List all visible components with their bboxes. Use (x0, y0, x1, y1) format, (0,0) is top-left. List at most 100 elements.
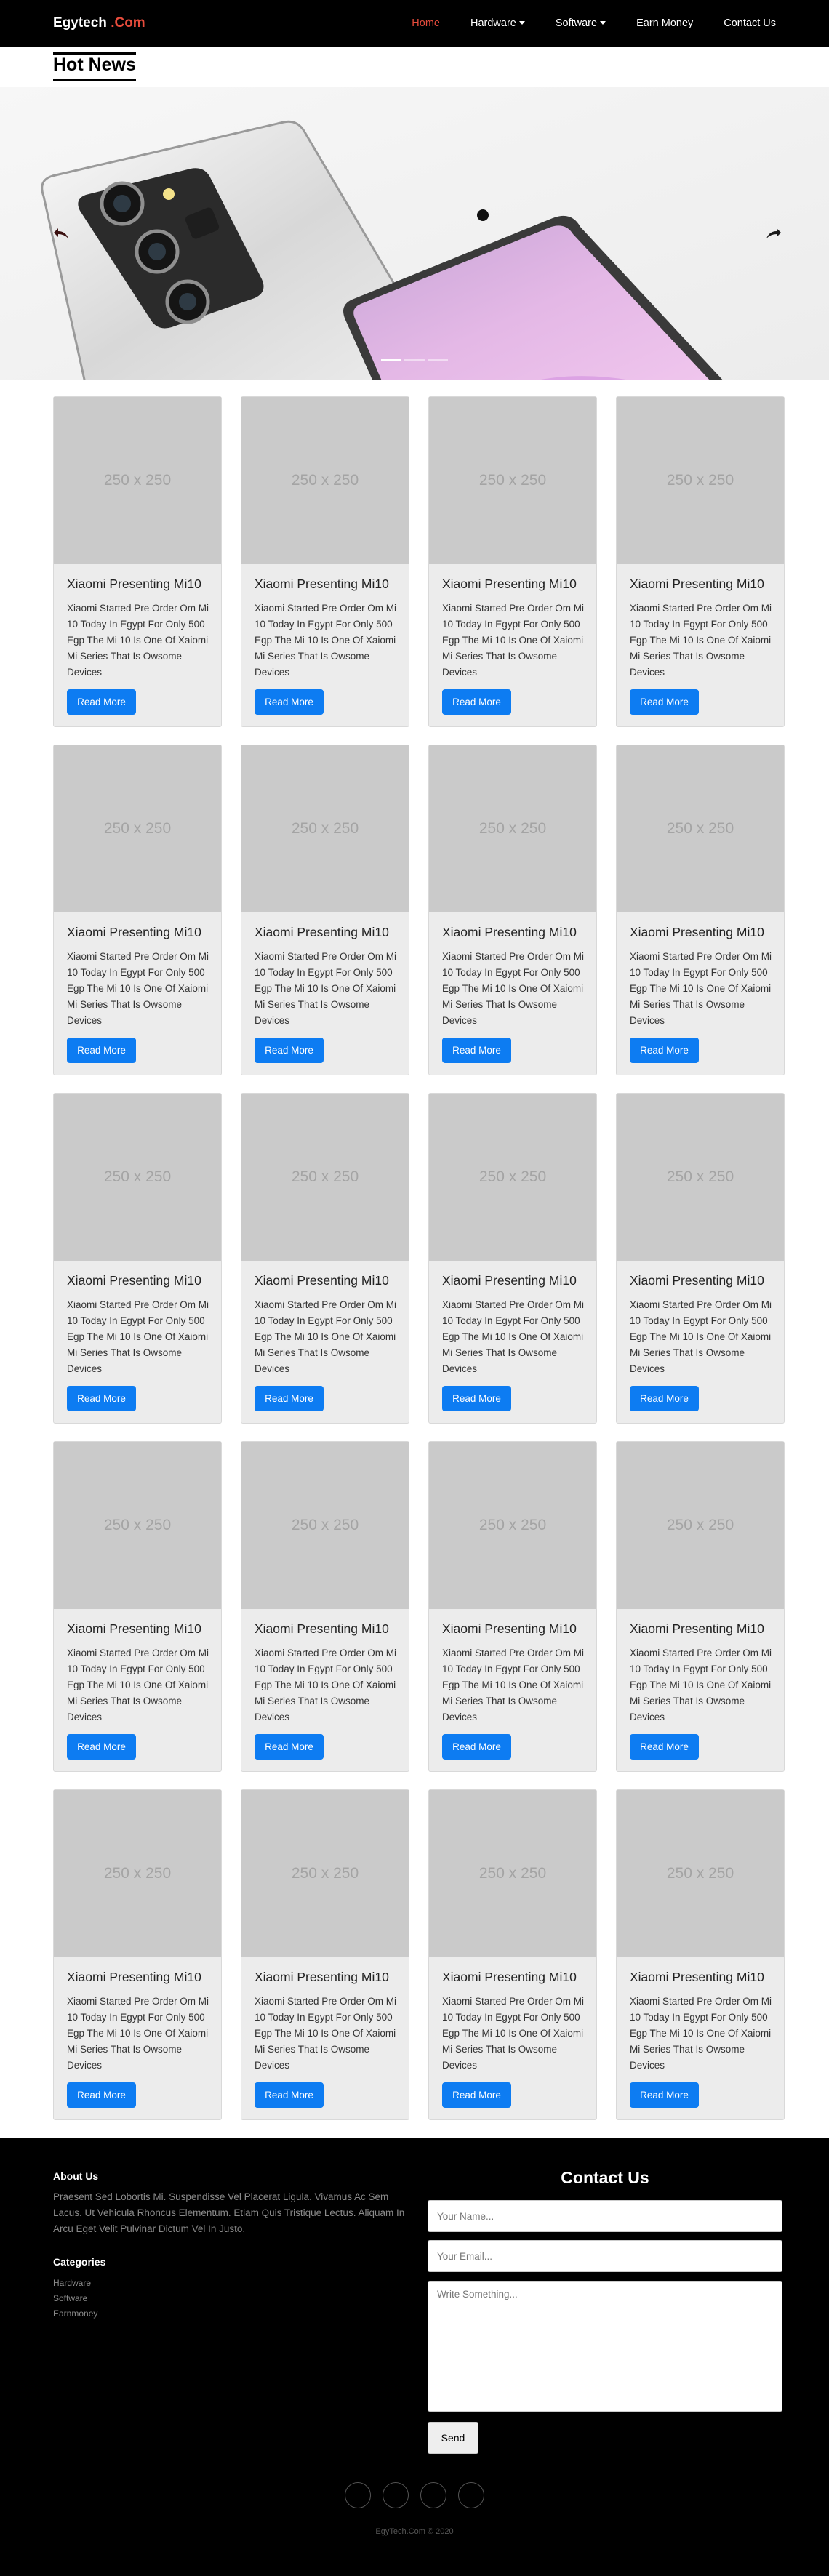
card-image-placeholder: 250 x 250 (617, 1790, 784, 1957)
message-textarea[interactable] (428, 2281, 782, 2412)
read-more-button[interactable]: Read More (255, 1038, 324, 1063)
read-more-button[interactable]: Read More (67, 1038, 136, 1063)
news-card: 250 x 250 Xiaomi Presenting Mi10 Xiaomi St… (616, 745, 785, 1075)
card-title: Xiaomi Presenting Mi10 (255, 1970, 389, 1984)
category-link-hardware[interactable]: Hardware (53, 2276, 97, 2291)
card-text: Xiaomi Started Pre Order Om Mi 10 Today … (255, 1299, 397, 1374)
card-text: Xiaomi Started Pre Order Om Mi 10 Today … (630, 603, 772, 678)
left-arrow-icon (54, 228, 68, 238)
about-text: Praesent Sed Lobortis Mi. Suspendisse Ve… (53, 2191, 405, 2234)
card-image-placeholder: 250 x 250 (617, 1094, 784, 1261)
read-more-button[interactable]: Read More (67, 1734, 136, 1760)
news-card: 250 x 250 Xiaomi Presenting Mi10 Xiaomi St… (428, 1441, 597, 1772)
card-title: Xiaomi Presenting Mi10 (255, 577, 389, 591)
carousel-indicator-3[interactable] (428, 359, 448, 361)
card-title: Xiaomi Presenting Mi10 (630, 1273, 764, 1288)
nav-item-contact-us[interactable]: Contact Us (708, 17, 776, 29)
carousel-indicator-2[interactable] (404, 359, 425, 361)
categories-title: Categories (53, 2256, 106, 2268)
news-card: 250 x 250 Xiaomi Presenting Mi10 Xiaomi St… (241, 1441, 409, 1772)
news-card: 250 x 250 Xiaomi Presenting Mi10 Xiaomi St… (428, 396, 597, 727)
nav-item-software[interactable]: Software (540, 17, 621, 29)
news-card: 250 x 250 Xiaomi Presenting Mi10 Xiaomi St… (241, 1789, 409, 2120)
social-icon-2[interactable] (383, 2482, 409, 2508)
email-input[interactable] (428, 2240, 782, 2272)
social-icon-1[interactable] (345, 2482, 371, 2508)
carousel-prev-button[interactable] (54, 225, 71, 243)
read-more-button[interactable]: Read More (630, 1734, 699, 1760)
nav-label-contact-us: Contact Us (724, 17, 776, 29)
nav-label-earn-money: Earn Money (636, 17, 694, 29)
read-more-button[interactable]: Read More (442, 1734, 511, 1760)
social-icon-4[interactable] (458, 2482, 484, 2508)
news-card: 250 x 250 Xiaomi Presenting Mi10 Xiaomi St… (241, 745, 409, 1075)
nav-item-earn-money[interactable]: Earn Money (621, 17, 708, 29)
read-more-button[interactable]: Read More (442, 689, 511, 715)
social-icon-3[interactable] (420, 2482, 446, 2508)
right-arrow-icon (766, 228, 781, 238)
read-more-button[interactable]: Read More (255, 1386, 324, 1411)
card-image-placeholder: 250 x 250 (429, 1442, 596, 1609)
read-more-button[interactable]: Read More (67, 2082, 136, 2108)
card-image-placeholder: 250 x 250 (429, 1790, 596, 1957)
news-card: 250 x 250 Xiaomi Presenting Mi10 Xiaomi St… (428, 1093, 597, 1424)
card-image-placeholder: 250 x 250 (429, 397, 596, 564)
card-title: Xiaomi Presenting Mi10 (442, 925, 577, 939)
card-title: Xiaomi Presenting Mi10 (442, 577, 577, 591)
chevron-down-icon (600, 21, 606, 25)
card-text: Xiaomi Started Pre Order Om Mi 10 Today … (67, 603, 209, 678)
navbar: Egytech .Com Home Hardware Software Earn… (0, 0, 829, 47)
card-title: Xiaomi Presenting Mi10 (442, 1970, 577, 1984)
card-image-placeholder: 250 x 250 (54, 1442, 221, 1609)
read-more-button[interactable]: Read More (67, 689, 136, 715)
brand-name: Egytech (53, 15, 107, 31)
card-text: Xiaomi Started Pre Order Om Mi 10 Today … (67, 1648, 209, 1722)
read-more-button[interactable]: Read More (255, 1734, 324, 1760)
news-card: 250 x 250 Xiaomi Presenting Mi10 Xiaomi St… (53, 745, 222, 1075)
read-more-button[interactable]: Read More (630, 1386, 699, 1411)
card-text: Xiaomi Started Pre Order Om Mi 10 Today … (630, 1996, 772, 2071)
brand-logo[interactable]: Egytech .Com (53, 15, 145, 31)
card-text: Xiaomi Started Pre Order Om Mi 10 Today … (67, 951, 209, 1026)
card-image-placeholder: 250 x 250 (429, 745, 596, 912)
read-more-button[interactable]: Read More (630, 1038, 699, 1063)
card-image-placeholder: 250 x 250 (617, 745, 784, 912)
send-button[interactable]: Send (428, 2422, 478, 2454)
news-card: 250 x 250 Xiaomi Presenting Mi10 Xiaomi St… (616, 1789, 785, 2120)
category-link-earnmoney[interactable]: Earnmoney (53, 2306, 97, 2322)
news-card: 250 x 250 Xiaomi Presenting Mi10 Xiaomi St… (53, 1441, 222, 1772)
read-more-button[interactable]: Read More (255, 689, 324, 715)
brand-accent: .Com (111, 15, 145, 31)
carousel-indicators (0, 359, 829, 361)
card-title: Xiaomi Presenting Mi10 (67, 1970, 201, 1984)
carousel-next-button[interactable] (764, 225, 781, 243)
carousel-indicator-1[interactable] (381, 359, 401, 361)
card-text: Xiaomi Started Pre Order Om Mi 10 Today … (67, 1996, 209, 2071)
card-text: Xiaomi Started Pre Order Om Mi 10 Today … (67, 1299, 209, 1374)
news-card: 250 x 250 Xiaomi Presenting Mi10 Xiaomi St… (616, 396, 785, 727)
read-more-button[interactable]: Read More (630, 2082, 699, 2108)
card-text: Xiaomi Started Pre Order Om Mi 10 Today … (630, 951, 772, 1026)
read-more-button[interactable]: Read More (255, 2082, 324, 2108)
card-text: Xiaomi Started Pre Order Om Mi 10 Today … (255, 951, 397, 1026)
read-more-button[interactable]: Read More (442, 2082, 511, 2108)
nav-menu: Home Hardware Software Earn Money Contac… (396, 0, 776, 47)
card-title: Xiaomi Presenting Mi10 (630, 1621, 764, 1636)
read-more-button[interactable]: Read More (442, 1386, 511, 1411)
nav-item-home[interactable]: Home (396, 17, 455, 29)
hero-carousel[interactable] (0, 87, 829, 380)
name-input[interactable] (428, 2200, 782, 2232)
nav-item-hardware[interactable]: Hardware (455, 17, 540, 29)
card-image-placeholder: 250 x 250 (54, 397, 221, 564)
card-title: Xiaomi Presenting Mi10 (442, 1621, 577, 1636)
read-more-button[interactable]: Read More (67, 1386, 136, 1411)
card-text: Xiaomi Started Pre Order Om Mi 10 Today … (255, 1996, 397, 2071)
read-more-button[interactable]: Read More (442, 1038, 511, 1063)
read-more-button[interactable]: Read More (630, 689, 699, 715)
card-image-placeholder: 250 x 250 (54, 1094, 221, 1261)
news-card: 250 x 250 Xiaomi Presenting Mi10 Xiaomi St… (428, 1789, 597, 2120)
card-image-placeholder: 250 x 250 (241, 397, 409, 564)
social-links (0, 2482, 829, 2508)
category-link-software[interactable]: Software (53, 2291, 97, 2306)
card-image-placeholder: 250 x 250 (617, 1442, 784, 1609)
